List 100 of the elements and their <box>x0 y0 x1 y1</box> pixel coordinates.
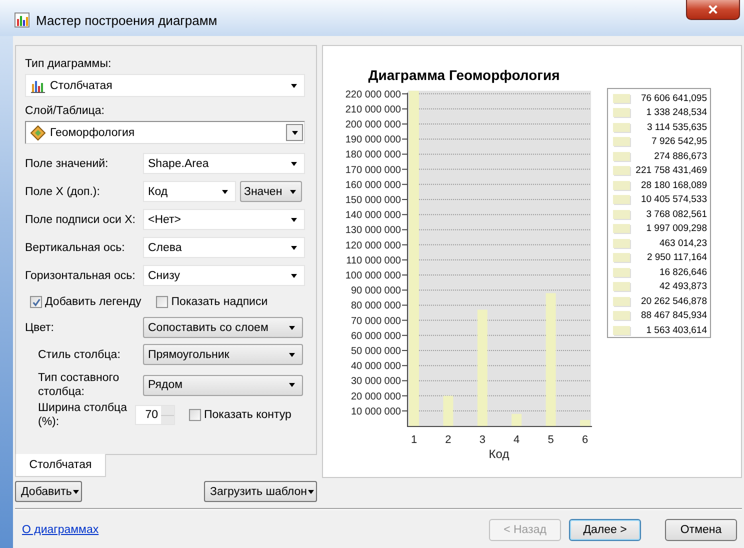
legend-swatch <box>613 326 630 335</box>
field-dropdown[interactable]: Слева <box>143 237 305 258</box>
legend-swatch <box>613 224 630 234</box>
legend-label: 1 997 009,298 <box>645 223 707 234</box>
axis-label: 130 000 000 <box>345 225 401 236</box>
legend-label: 3 768 082,561 <box>645 208 707 220</box>
legend-swatch <box>613 210 630 219</box>
legend-label: 88 467 845,934 <box>640 310 707 322</box>
legend-label: 7 926 542,95 <box>650 136 707 148</box>
axis-label: 80 000 000 <box>350 300 401 312</box>
legend-swatch <box>613 238 630 248</box>
field-label: Поле подписи оси X: <box>25 214 136 226</box>
axis-label: 40 000 000 <box>350 361 401 372</box>
menu-button[interactable]: Добавить <box>15 481 82 502</box>
legend-swatch <box>613 108 630 118</box>
legend-label: 463 014,23 <box>658 238 707 249</box>
legend-swatch <box>613 296 630 306</box>
field-dropdown[interactable]: <Нет> <box>143 209 305 230</box>
legend-label: 1 338 248,534 <box>645 107 707 118</box>
legend-swatch <box>613 311 630 320</box>
axis-label: 110 000 000 <box>346 255 401 266</box>
chart-title: Диаграмма Геоморфология <box>368 67 560 83</box>
legend-swatch <box>613 268 630 277</box>
field-label: Ширина столбца (%): <box>37 401 128 429</box>
legend-swatch <box>613 122 630 132</box>
axis-label: 30 000 000 <box>350 376 401 388</box>
field-dropdown[interactable]: Код <box>143 181 236 202</box>
axis-label: 160 000 000 <box>345 180 401 191</box>
field-label: Поле значений: <box>25 158 110 170</box>
legend-label: 2 950 117,164 <box>646 252 707 264</box>
axis-label: 2 <box>445 434 452 446</box>
tab[interactable]: Столбчатая <box>15 454 106 477</box>
chart-icon <box>14 12 30 28</box>
axis-label: 60 000 000 <box>350 330 401 342</box>
axis-label: 90 000 000 <box>350 286 401 297</box>
style-dropdown[interactable]: Сопоставить со слоем <box>143 317 303 338</box>
axis-label: 50 000 000 <box>350 346 401 357</box>
axis-label: 6 <box>582 434 588 446</box>
legend-label: 274 886,673 <box>653 150 707 162</box>
axis-label: 4 <box>514 434 520 446</box>
check-icon <box>32 298 40 306</box>
legend-label: 16 826,646 <box>658 266 707 278</box>
field-label: Тип составного столбца: <box>37 371 120 399</box>
axis-label: 170 000 000 <box>345 164 401 176</box>
checkbox[interactable]: Добавить легенду <box>30 296 142 308</box>
nav-button[interactable]: Отмена <box>665 519 737 541</box>
legend-swatch <box>613 195 630 204</box>
axis-label: 220 000 000 <box>345 89 401 100</box>
field-label: Стиль столбца: <box>37 348 122 362</box>
layer-dropdown[interactable]: Геоморфология <box>25 121 305 144</box>
field-label: Поле X (доп.): <box>25 186 101 198</box>
legend-swatch <box>613 166 630 176</box>
axis-label: 10 000 000 <box>350 406 401 418</box>
field-label: Тип диаграммы: <box>25 57 112 72</box>
value-dropdown[interactable]: Значен <box>240 181 302 202</box>
legend-swatch <box>613 94 630 103</box>
width-spinner[interactable]: 70 <box>135 405 175 425</box>
axis-label: 120 000 000 <box>345 240 401 252</box>
style-dropdown[interactable]: Прямоугольник <box>143 344 303 365</box>
close-button[interactable] <box>686 0 740 20</box>
legend-label: 28 180 168,089 <box>640 180 707 191</box>
field-label: Вертикальная ось: <box>25 242 126 254</box>
legend-swatch <box>613 282 630 292</box>
bar <box>512 414 522 426</box>
checkbox[interactable]: Показать надписи <box>156 296 268 308</box>
menu-button[interactable]: Загрузить шаблон <box>204 481 317 502</box>
chart-type-dropdown[interactable]: Столбчатая <box>25 74 305 97</box>
legend-label: 3 114 535,635 <box>646 122 707 133</box>
bar <box>443 396 454 426</box>
field-dropdown[interactable]: Shape.Area <box>143 153 305 174</box>
legend-swatch <box>613 137 630 146</box>
axis-label: 210 000 000 <box>345 104 401 116</box>
legend-label: 10 405 574,533 <box>640 194 707 206</box>
axis-label: 100 000 000 <box>345 270 401 282</box>
legend-label: 221 758 431,469 <box>634 165 707 176</box>
axis-label: 1 <box>410 434 418 446</box>
field-dropdown[interactable]: Снизу <box>143 265 305 286</box>
axis-label: 3 <box>479 434 486 446</box>
window-title: Мастер построения диаграмм <box>36 12 218 29</box>
style-dropdown[interactable]: Рядом <box>143 374 303 396</box>
layer-icon <box>30 124 46 140</box>
axis-label: 200 000 000 <box>345 120 401 130</box>
axis-label: 150 000 000 <box>345 195 401 206</box>
legend-swatch <box>613 180 630 190</box>
axis-label: 190 000 000 <box>345 134 401 146</box>
nav-button[interactable]: Далее > <box>569 519 641 541</box>
help-link[interactable]: О диаграммах <box>22 524 99 536</box>
legend-swatch <box>613 152 630 161</box>
axis-label: 20 000 000 <box>350 391 401 402</box>
field-label: Слой/Таблица: <box>25 104 106 119</box>
field-label: Цвет: <box>25 320 55 334</box>
legend-swatch <box>613 253 630 262</box>
legend-label: 42 493,873 <box>658 281 707 292</box>
axis-label: 140 000 000 <box>345 210 401 222</box>
legend-label: 1 563 403,614 <box>645 324 707 336</box>
axis-label: 5 <box>548 434 554 446</box>
close-icon <box>707 4 719 15</box>
checkbox[interactable]: Показать контур <box>189 409 292 421</box>
axis-title: Код <box>488 447 510 461</box>
legend-label: 20 262 546,878 <box>640 296 707 307</box>
